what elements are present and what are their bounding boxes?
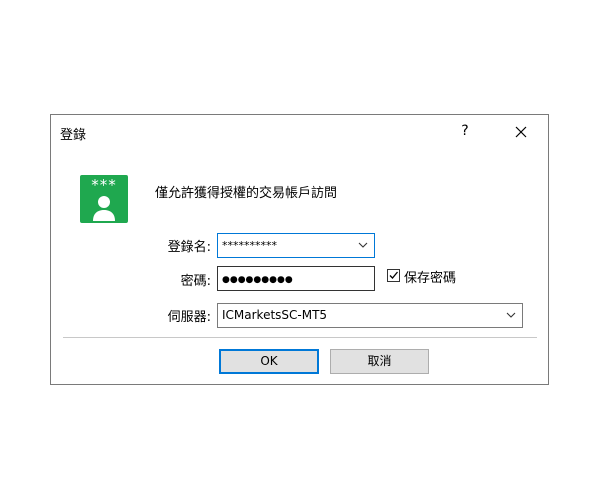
cancel-button[interactable]: 取消 bbox=[330, 349, 429, 374]
login-combobox[interactable]: ********** bbox=[217, 233, 375, 258]
server-label: 伺服器: bbox=[167, 310, 211, 325]
separator bbox=[63, 337, 537, 338]
password-label: 密碼: bbox=[180, 274, 211, 289]
access-message: 僅允許獲得授權的交易帳戶訪問 bbox=[155, 186, 338, 201]
person-icon bbox=[93, 196, 115, 221]
help-button[interactable]: ? bbox=[451, 119, 479, 143]
close-button[interactable] bbox=[506, 119, 536, 143]
chevron-down-icon bbox=[506, 312, 516, 318]
login-value: ********** bbox=[222, 239, 277, 252]
password-value: ●●●●●●●●● bbox=[222, 275, 293, 285]
chevron-down-icon bbox=[358, 242, 368, 248]
server-value: ICMarketsSC-MT5 bbox=[222, 308, 328, 322]
user-lock-icon: *** bbox=[80, 175, 128, 223]
login-label: 登錄名: bbox=[167, 240, 211, 255]
title-bar: 登錄 ? bbox=[51, 115, 548, 147]
login-dialog: 登錄 ? *** 僅允許獲得授權的交易帳戶訪問 登錄名: ********** … bbox=[50, 114, 549, 385]
password-field[interactable]: ●●●●●●●●● bbox=[217, 266, 375, 291]
dialog-title: 登錄 bbox=[60, 128, 87, 143]
checkmark-icon bbox=[389, 271, 398, 279]
server-combobox[interactable]: ICMarketsSC-MT5 bbox=[217, 303, 523, 328]
save-password-label[interactable]: 保存密碼 bbox=[404, 267, 456, 286]
save-password-checkbox[interactable] bbox=[387, 269, 400, 282]
ok-button[interactable]: OK bbox=[219, 349, 319, 374]
close-icon bbox=[515, 126, 527, 137]
